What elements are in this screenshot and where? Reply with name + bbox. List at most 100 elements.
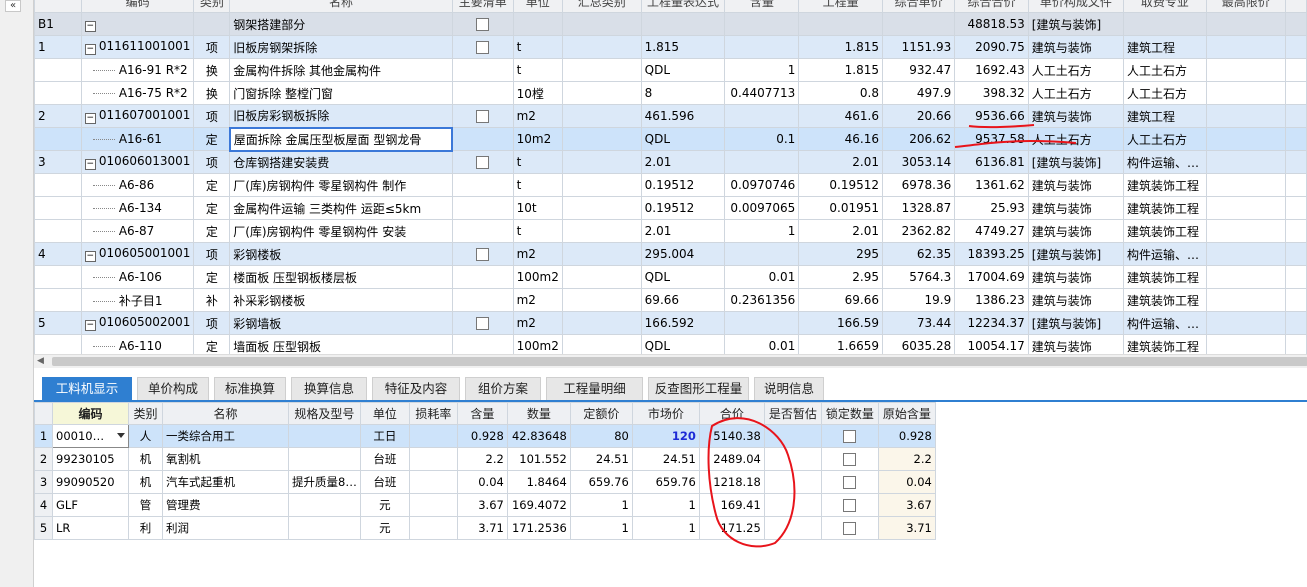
tab-6[interactable]: 工程量明细 (546, 377, 643, 400)
row-category[interactable] (193, 12, 231, 36)
resource-rownum[interactable]: 3 (34, 470, 53, 494)
row-summary-category[interactable] (561, 219, 642, 243)
resource-loss-rate[interactable] (408, 470, 458, 494)
row-index[interactable]: 1 (34, 35, 82, 59)
row-extra[interactable] (1284, 311, 1307, 335)
row-fee-specialty[interactable] (1122, 12, 1207, 36)
boq-column-header-h-content[interactable]: 含量 (724, 0, 800, 13)
row-index[interactable] (34, 288, 82, 312)
row-name[interactable]: 厂(库)房钢构件 零星钢构件 安装 (229, 219, 453, 243)
row-index[interactable] (34, 219, 82, 243)
row-name[interactable]: 厂(库)房钢构件 零星钢构件 制作 (229, 173, 453, 197)
resource-lock-quantity[interactable] (820, 424, 879, 448)
resource-row[interactable]: 2 99230105 机氧割机 台班 2.2 101.552 24.51 24.51 2489.… (34, 447, 936, 471)
boq-column-header-h-price-file[interactable]: 单价构成文件 (1027, 0, 1124, 13)
row-unit-price[interactable]: 5764.3 (881, 265, 956, 289)
row-index[interactable] (34, 196, 82, 220)
resource-category[interactable]: 机 (128, 447, 163, 471)
boq-sub-row[interactable]: 补子目1 补补采彩钢楼板 m2 69.66 0.2361356 69.66 19.9 1386… (34, 288, 1307, 312)
resource-lock-quantity[interactable] (820, 493, 879, 517)
resource-column-header-h-content[interactable]: 含量 (456, 402, 508, 425)
row-fee-specialty[interactable]: 建筑装饰工程 (1122, 196, 1207, 220)
row-name[interactable]: 楼面板 压型钢板楼层板 (229, 265, 453, 289)
row-max-price[interactable] (1205, 334, 1286, 354)
main-list-checkbox[interactable] (476, 248, 490, 261)
row-unit[interactable]: t (512, 173, 563, 197)
row-max-price[interactable] (1205, 265, 1286, 289)
resource-lock-quantity[interactable] (820, 470, 879, 494)
row-quantity-expr[interactable]: 1.815 (640, 35, 726, 59)
resource-unit[interactable]: 台班 (359, 447, 410, 471)
tab-2[interactable]: 标准换算 (214, 377, 286, 400)
row-content[interactable]: 1 (724, 219, 800, 243)
row-code[interactable]: −010606013001 (80, 150, 195, 174)
row-code[interactable]: A6-134 (80, 196, 195, 220)
row-summary-category[interactable] (561, 242, 642, 266)
row-content[interactable]: 0.01 (724, 265, 800, 289)
row-total-price[interactable]: 6136.81 (954, 150, 1029, 174)
resource-loss-rate[interactable] (408, 516, 458, 540)
row-price-file[interactable]: 建筑与装饰 (1027, 196, 1124, 220)
tab-0[interactable]: 工料机显示 (42, 377, 132, 400)
scroll-left-arrow-icon[interactable]: ◀ (37, 356, 44, 366)
row-quantity[interactable]: 1.815 (798, 35, 883, 59)
resource-is-estimate[interactable] (763, 493, 822, 517)
row-main-list[interactable] (451, 150, 514, 174)
row-extra[interactable] (1284, 334, 1307, 354)
row-quantity-expr[interactable]: 0.19512 (640, 173, 726, 197)
row-quantity[interactable]: 2.01 (798, 150, 883, 174)
boq-sub-row[interactable]: A6-86 定厂(库)房钢构件 零星钢构件 制作 t 0.19512 0.0970746… (34, 173, 1307, 197)
row-name[interactable]: 钢架搭建部分 (229, 12, 453, 36)
row-content[interactable]: 1 (724, 58, 800, 82)
horizontal-scrollbar[interactable]: ◀ (34, 354, 1307, 368)
resource-name[interactable]: 利润 (162, 516, 289, 540)
resource-fixed-price[interactable]: 1 (569, 493, 633, 517)
resource-fixed-price[interactable]: 1 (569, 516, 633, 540)
boq-sub-row[interactable]: A16-61 定屋面拆除 金属压型板屋面 型钢龙骨 10m2 QDL 0.1 46.16 2… (34, 126, 1307, 152)
row-unit[interactable]: m2 (512, 311, 563, 335)
row-main-list[interactable] (451, 104, 514, 128)
row-main-list[interactable] (451, 127, 514, 151)
row-main-list[interactable] (451, 219, 514, 243)
resource-lock-quantity[interactable] (820, 447, 879, 471)
row-category[interactable]: 项 (193, 35, 231, 59)
resource-original-content[interactable]: 0.04 (877, 470, 936, 494)
row-fee-specialty[interactable]: 人工土石方 (1122, 58, 1207, 82)
resource-is-estimate[interactable] (763, 424, 822, 448)
main-list-checkbox[interactable] (476, 317, 490, 330)
row-unit[interactable]: t (512, 35, 563, 59)
row-unit[interactable]: m2 (512, 288, 563, 312)
row-unit[interactable]: 10t (512, 196, 563, 220)
resource-spec[interactable] (288, 516, 361, 540)
row-extra[interactable] (1284, 35, 1307, 59)
row-total-price[interactable]: 18393.25 (954, 242, 1029, 266)
row-summary-category[interactable] (561, 288, 642, 312)
row-summary-category[interactable] (561, 12, 642, 36)
collapse-tree-icon[interactable]: − (84, 44, 96, 55)
boq-column-header-h-category[interactable]: 类别 (193, 0, 231, 13)
row-unit-price[interactable]: 2362.82 (881, 219, 956, 243)
tab-1[interactable]: 单价构成 (137, 377, 209, 400)
row-quantity[interactable]: 2.95 (798, 265, 883, 289)
row-name[interactable]: 彩钢楼板 (229, 242, 453, 266)
boq-column-header-h-main-list[interactable]: 主要清单 (451, 0, 514, 13)
row-main-list[interactable] (451, 242, 514, 266)
row-unit-price[interactable]: 497.9 (881, 81, 956, 105)
row-code[interactable]: −011611001001 (80, 35, 195, 59)
row-main-list[interactable] (451, 81, 514, 105)
row-fee-specialty[interactable]: 构件运输、… (1122, 311, 1207, 335)
row-name[interactable]: 旧板房钢架拆除 (229, 35, 453, 59)
resource-rownum[interactable]: 5 (34, 516, 53, 540)
resource-total-price[interactable]: 169.41 (698, 493, 765, 517)
row-fee-specialty[interactable]: 建筑工程 (1122, 35, 1207, 59)
row-code[interactable]: −011607001001 (80, 104, 195, 128)
row-total-price[interactable]: 2090.75 (954, 35, 1029, 59)
row-content[interactable] (724, 150, 800, 174)
row-extra[interactable] (1284, 219, 1307, 243)
resource-category[interactable]: 管 (128, 493, 163, 517)
row-quantity[interactable]: 0.01951 (798, 196, 883, 220)
row-name[interactable]: 门窗拆除 整樘门窗 (229, 81, 453, 105)
row-unit-price[interactable]: 1328.87 (881, 196, 956, 220)
boq-item-row[interactable]: 5−010605002001 项彩钢墙板 m2 166.592 166.59 73.44 1… (34, 311, 1307, 335)
row-max-price[interactable] (1205, 12, 1286, 36)
